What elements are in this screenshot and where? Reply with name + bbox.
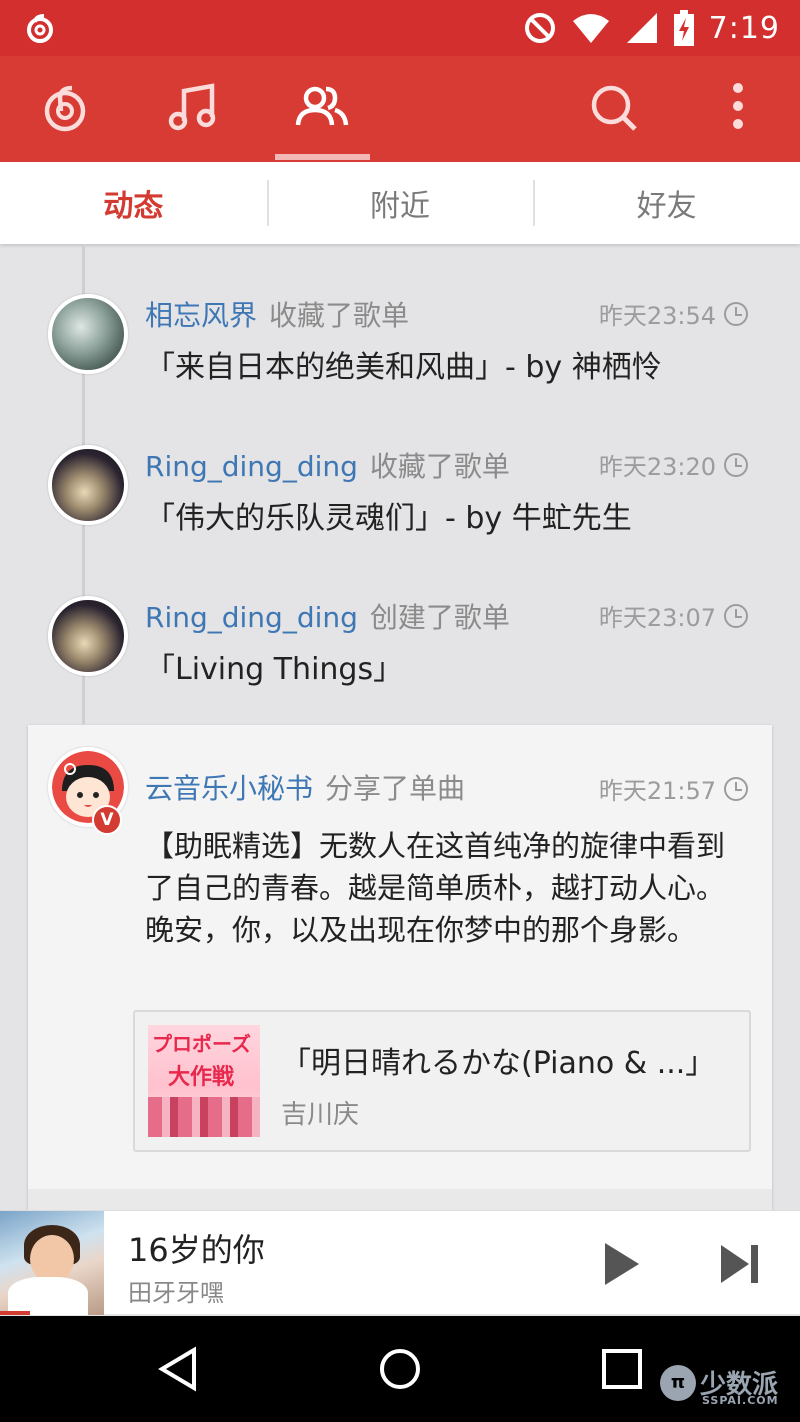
music-note-icon <box>168 83 216 131</box>
verified-badge: V <box>92 805 122 835</box>
feed-playlist-title[interactable]: 「来自日本的绝美和风曲」- by 神栖怜 <box>145 342 662 386</box>
wifi-icon <box>572 14 609 43</box>
feed-action: 创建了歌单 <box>369 601 510 634</box>
sspai-watermark: π 少数派 SSPAI.COM <box>660 1364 778 1407</box>
sub-tabs: 动态 附近 好友 <box>0 162 800 244</box>
home-icon[interactable] <box>377 1346 423 1392</box>
more-options-button[interactable] <box>708 78 768 138</box>
main-toolbar <box>0 56 800 162</box>
song-title: 「明日晴れるかな(Piano & ...」 <box>281 1046 716 1081</box>
tab-activity[interactable]: 动态 <box>0 162 267 244</box>
system-nav-bar: π 少数派 SSPAI.COM <box>0 1316 800 1422</box>
my-music-tab-button[interactable] <box>163 78 223 138</box>
feed-action: 收藏了歌单 <box>269 299 410 332</box>
card-body-text: 【助眠精选】无数人在这首纯净的旋律中看到了自己的青春。越是简单质朴，越打动人心。… <box>145 829 726 947</box>
feed-time: 昨天23:07 <box>599 598 748 633</box>
cover-text: プロポーズ <box>152 1032 251 1056</box>
search-button[interactable] <box>584 78 644 138</box>
sspai-logo-icon: π <box>660 1364 696 1401</box>
album-cover: プロポーズ 大作戦 <box>148 1025 260 1137</box>
recents-icon[interactable] <box>599 1346 645 1392</box>
status-time: 7:19 <box>708 10 780 46</box>
now-playing-artist: 田牙牙嘿 <box>128 1279 224 1307</box>
search-icon <box>591 85 637 131</box>
mini-player[interactable]: 16岁的你 田牙牙嘿 <box>0 1210 800 1315</box>
status-bar: 7:19 <box>0 0 800 56</box>
tab-friends[interactable]: 好友 <box>533 162 800 244</box>
feed-time-text: 昨天23:20 <box>598 453 716 481</box>
watermark-domain: SSPAI.COM <box>702 1394 779 1407</box>
feed-playlist-title[interactable]: 「Living Things」 <box>145 644 403 688</box>
cover-text: 大作戦 <box>168 1065 235 1090</box>
shared-song[interactable]: プロポーズ 大作戦 「明日晴れるかな(Piano & ...」 吉川庆 <box>133 1010 751 1152</box>
active-tab-indicator <box>275 154 370 160</box>
shared-song-card[interactable]: V 云音乐小秘书 分享了单曲 昨天21:57 【助眠精选】无数人在这首纯净的旋律中… <box>28 725 772 1210</box>
activity-feed[interactable]: 相忘风界 收藏了歌单 昨天23:54 「来自日本的绝美和风曲」- by 神栖怜 R… <box>0 244 800 1210</box>
feed-time: 昨天23:54 <box>599 296 748 331</box>
feed-user-name[interactable]: 相忘风界 <box>145 299 257 332</box>
netease-music-icon <box>27 14 53 43</box>
tab-nearby[interactable]: 附近 <box>266 162 534 244</box>
cover-art-houses <box>148 1097 260 1137</box>
do-not-disturb-icon <box>524 13 555 43</box>
play-icon[interactable] <box>595 1239 645 1289</box>
clock-icon <box>724 776 748 801</box>
friends-icon <box>295 86 349 126</box>
battery-charging-icon <box>673 10 694 46</box>
card-action-bar <box>28 1189 772 1210</box>
back-icon[interactable] <box>156 1346 202 1392</box>
feed-time-text: 昨天23:07 <box>598 604 716 632</box>
song-artist: 吉川庆 <box>281 1100 360 1130</box>
card-action: 分享了单曲 <box>325 772 466 805</box>
friends-tab-button[interactable] <box>292 78 352 138</box>
feed-time: 昨天23:20 <box>599 447 748 482</box>
netease-music-icon <box>44 85 86 132</box>
avatar[interactable] <box>48 445 128 525</box>
card-user-name[interactable]: 云音乐小秘书 <box>145 772 313 805</box>
feed-action: 收藏了歌单 <box>369 450 510 483</box>
now-playing-title: 16岁的你 <box>128 1231 265 1269</box>
feed-user-name[interactable]: Ring_ding_ding <box>145 450 358 483</box>
clock-icon <box>724 603 748 628</box>
playback-progress <box>0 1311 30 1315</box>
clock-icon <box>724 301 748 326</box>
signal-icon <box>626 13 657 43</box>
avatar[interactable] <box>48 294 128 374</box>
card-time: 昨天21:57 <box>599 771 748 806</box>
clock-icon <box>724 452 748 477</box>
skip-next-icon[interactable] <box>715 1239 765 1289</box>
feed-playlist-title[interactable]: 「伟大的乐队灵魂们」- by 牛虻先生 <box>145 493 632 537</box>
feed-user-name[interactable]: Ring_ding_ding <box>145 601 358 634</box>
feed-time-text: 昨天23:54 <box>598 302 716 330</box>
avatar[interactable] <box>48 596 128 676</box>
discover-tab-button[interactable] <box>35 78 95 138</box>
now-playing-art[interactable] <box>0 1211 104 1315</box>
card-time-text: 昨天21:57 <box>598 777 716 805</box>
more-vert-icon <box>733 83 743 129</box>
